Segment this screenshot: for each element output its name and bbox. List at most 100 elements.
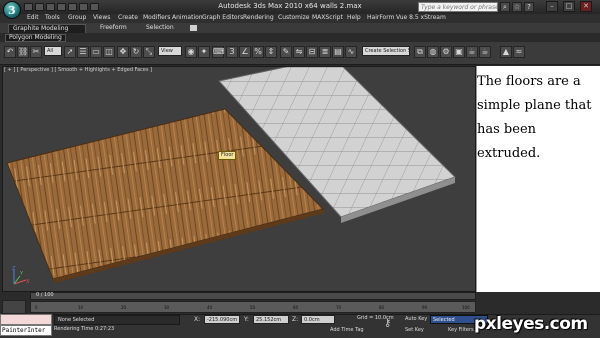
undo-toolbar-icon[interactable]: ↶ — [4, 46, 16, 58]
timeline-tick: 100 — [462, 305, 470, 310]
menu-group[interactable]: Group — [68, 14, 86, 21]
scene-render — [6, 67, 456, 283]
close-button[interactable]: ✕ — [580, 1, 592, 12]
timeline-tick: 80 — [379, 305, 385, 310]
select-object-icon[interactable]: ➚ — [64, 46, 76, 58]
save-file-icon[interactable] — [46, 3, 55, 11]
keyboard-shortcut-icon[interactable]: ⌨ — [212, 46, 225, 58]
add-time-tag[interactable]: Add Time Tag — [330, 327, 364, 333]
axis-x-label: X — [26, 279, 30, 285]
menu-animation[interactable]: Animation — [172, 14, 203, 21]
z-coord-field[interactable]: 0.0cm — [301, 315, 335, 324]
menu-rendering[interactable]: Rendering — [243, 14, 274, 21]
window-crossing-icon[interactable]: ◫ — [103, 46, 115, 58]
application-logo-icon[interactable]: 3 — [3, 1, 21, 19]
object-name-tooltip: Floor — [218, 151, 237, 160]
timeline-tick: 50 — [250, 305, 256, 310]
timeline-tick: 10 — [78, 305, 84, 310]
x-coord-field[interactable]: -215.090cm — [204, 315, 240, 324]
select-by-name-icon[interactable]: ☰ — [77, 46, 89, 58]
viewport-label[interactable]: [ + ] [ Perspective ] [ Smooth + Highlig… — [4, 67, 152, 73]
reference-coordinate-dropdown[interactable]: View — [158, 46, 182, 56]
time-slider-label: 0 / 100 — [36, 292, 54, 298]
percent-snap-icon[interactable]: % — [252, 46, 264, 58]
binoculars-icon[interactable]: ⌕ — [500, 2, 510, 12]
scale-icon[interactable]: ⤡ — [143, 46, 155, 58]
maxscript-listener-output[interactable] — [0, 314, 52, 325]
undo-icon[interactable] — [57, 3, 66, 11]
material-editor-icon[interactable]: ◍ — [427, 46, 439, 58]
star-icon[interactable]: ☆ — [512, 2, 522, 12]
named-selection-set-dropdown[interactable]: Create Selection S — [362, 46, 410, 56]
schematic-view-icon[interactable]: ⧉ — [414, 46, 426, 58]
ribbon-panel-bar — [0, 33, 600, 42]
redo-icon[interactable] — [68, 3, 77, 11]
window-title: Autodesk 3ds Max 2010 x64 walls 2.max — [218, 2, 362, 10]
menu-tools[interactable]: Tools — [45, 14, 60, 21]
minimize-button[interactable]: – — [546, 1, 558, 12]
polygon-modeling-panel[interactable]: Polygon Modeling — [5, 34, 66, 42]
snaps-toggle-icon[interactable]: 3 — [226, 46, 238, 58]
layer-manager-icon[interactable]: ≣ — [319, 46, 331, 58]
select-manipulate-icon[interactable]: ✦ — [198, 46, 210, 58]
rotate-icon[interactable]: ↻ — [130, 46, 142, 58]
rendering-time: Rendering Time 0:27:23 — [54, 326, 115, 332]
move-icon[interactable]: ✥ — [117, 46, 129, 58]
time-slider[interactable] — [30, 292, 476, 300]
menu-graph-editors[interactable]: Graph Editors — [202, 14, 243, 21]
perspective-viewport[interactable] — [2, 66, 476, 292]
menu-edit[interactable]: Edit — [27, 14, 39, 21]
render-iterative-icon[interactable]: ☕ — [479, 46, 491, 58]
menu-help[interactable]: Help — [347, 14, 361, 21]
auto-key-button[interactable]: Auto Key — [405, 316, 427, 322]
help-icon[interactable]: ? — [524, 2, 534, 12]
mirror-icon[interactable]: ⇋ — [293, 46, 305, 58]
tab-freeform[interactable]: Freeform — [96, 24, 131, 33]
menu-views[interactable]: Views — [93, 14, 110, 21]
tab-selection[interactable]: Selection — [142, 24, 178, 33]
selection-filter-dropdown[interactable]: All — [44, 46, 62, 56]
set-key-icon[interactable]: ⚷ — [384, 318, 400, 332]
hair-tool-icon[interactable]: ≈ — [513, 46, 525, 58]
axis-z-label: Z — [12, 266, 16, 272]
hold-icon[interactable] — [79, 3, 88, 11]
maxscript-listener-input[interactable]: PainterInter — [0, 325, 52, 336]
render-production-icon[interactable]: ☕ — [466, 46, 478, 58]
y-coord-label: Y: — [244, 316, 249, 323]
z-coord-label: Z: — [292, 316, 299, 323]
spinner-snap-icon[interactable]: ⇕ — [265, 46, 277, 58]
annotation-text: The floors are a simple plane that has b… — [477, 74, 592, 161]
x-coord-label: X: — [194, 316, 201, 323]
set-key-button[interactable]: Set Key — [405, 327, 424, 333]
search-input[interactable]: Type a keyword or phrase — [418, 2, 498, 12]
mini-curve-editor-icon[interactable] — [2, 300, 26, 314]
pivot-center-icon[interactable]: ◉ — [185, 46, 197, 58]
align-icon[interactable]: ⊟ — [306, 46, 318, 58]
render-setup-icon[interactable]: ⚙ — [440, 46, 452, 58]
menu-customize[interactable]: Customize — [278, 14, 310, 21]
menu-maxscript[interactable]: MAXScript — [312, 14, 343, 21]
menu-vue-xstream[interactable]: Vue 8.5 xStream — [396, 14, 446, 21]
graphite-toggle-icon[interactable]: ▤ — [332, 46, 344, 58]
edit-named-selection-icon[interactable]: ✎ — [280, 46, 292, 58]
angle-snap-icon[interactable]: ∠ — [239, 46, 251, 58]
link-icon[interactable]: ⛓ — [17, 46, 29, 58]
rectangular-selection-icon[interactable]: ▭ — [90, 46, 102, 58]
ribbon-collapse-button[interactable] — [190, 25, 197, 31]
watermark-logo: pxleyes.com — [474, 314, 588, 334]
timeline-tick: 90 — [422, 305, 428, 310]
project-folder-icon[interactable] — [90, 3, 99, 11]
vue-render-icon[interactable]: ▲ — [500, 46, 512, 58]
new-file-icon[interactable] — [24, 3, 33, 11]
tab-graphite-modeling-tools[interactable]: Graphite Modeling Tools — [8, 24, 86, 40]
timeline-tick: 40 — [207, 305, 213, 310]
curve-editor-icon[interactable]: ∿ — [345, 46, 357, 58]
menu-create[interactable]: Create — [118, 14, 138, 21]
menu-hairform[interactable]: HairForm — [367, 14, 394, 21]
menu-modifiers[interactable]: Modifiers — [143, 14, 170, 21]
rendered-frame-window-icon[interactable]: ▣ — [453, 46, 465, 58]
open-file-icon[interactable] — [35, 3, 44, 11]
maximize-button[interactable]: □ — [563, 1, 575, 12]
unlink-icon[interactable]: ✂ — [30, 46, 42, 58]
y-coord-field[interactable]: 25.152cm — [253, 315, 289, 324]
